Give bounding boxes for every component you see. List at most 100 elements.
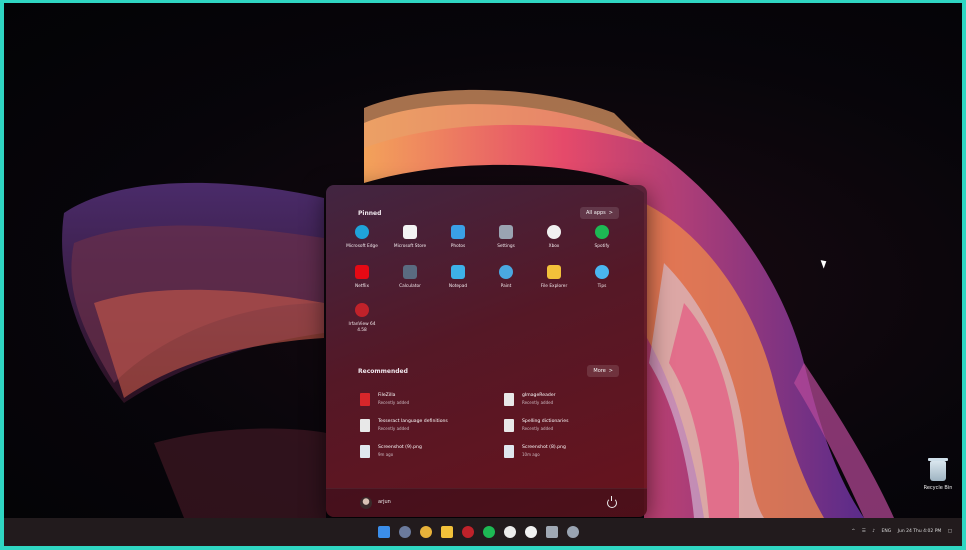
chevron-right-icon: >	[608, 210, 613, 216]
chevron-right-icon: >	[608, 368, 613, 374]
pinned-app[interactable]: Spotify	[578, 225, 626, 250]
document-icon	[504, 393, 514, 406]
recommended-item-subtitle: Recently added	[522, 426, 554, 431]
all-apps-button[interactable]: All apps >	[579, 207, 619, 219]
spotify-icon[interactable]	[483, 526, 495, 538]
pinned-app[interactable]: Settings	[482, 225, 530, 250]
paint-icon	[499, 265, 513, 279]
all-apps-label: All apps	[585, 210, 606, 216]
clock[interactable]: Jun 24 Thu 4:02 PM	[898, 529, 942, 534]
screen-icon[interactable]	[546, 526, 558, 538]
avatar[interactable]	[360, 497, 372, 509]
system-tray: ^ ☰ ♪ ENG Jun 24 Thu 4:02 PM □	[847, 518, 953, 546]
power-icon[interactable]	[607, 496, 617, 508]
chrome-alt-icon[interactable]	[504, 526, 516, 538]
taskbar: ^ ☰ ♪ ENG Jun 24 Thu 4:02 PM □	[4, 518, 962, 546]
recommended-item-subtitle: Recently added	[378, 400, 410, 405]
desktop: Recycle Bin Pinned All apps > Microsoft E…	[4, 3, 962, 518]
pinned-app-label: Settings	[497, 244, 515, 249]
network-icon[interactable]: ☰	[862, 529, 866, 534]
start-footer: arjun	[326, 488, 647, 517]
edge-icon	[355, 225, 369, 239]
pinned-app[interactable]: Microsoft Store	[386, 225, 434, 250]
more-button[interactable]: More >	[587, 365, 619, 377]
folder-icon[interactable]	[441, 526, 453, 538]
language-indicator[interactable]: ENG	[882, 529, 892, 534]
pinned-app-label: Tips	[597, 284, 607, 289]
pinned-app[interactable]: Tips	[578, 265, 626, 290]
pinned-app[interactable]: Xbox	[530, 225, 578, 250]
document-icon	[504, 419, 514, 432]
recommended-item[interactable]: gImageReader Recently added	[504, 391, 644, 411]
notepad-icon	[451, 265, 465, 279]
recommended-item-name: FileZilla	[378, 393, 396, 398]
recommended-header: Recommended More >	[326, 365, 647, 381]
username[interactable]: arjun	[378, 499, 391, 505]
pinned-app-label: IrfanView 64 4.58	[348, 322, 376, 333]
recycle-bin-label: Recycle Bin	[923, 485, 953, 491]
pinned-app[interactable]: IrfanView 64 4.58	[338, 303, 386, 334]
lightbulb-icon	[595, 265, 609, 279]
recommended-item[interactable]: Screenshot (9).png 9m ago	[360, 443, 500, 463]
gear-icon[interactable]	[567, 526, 579, 538]
pinned-app[interactable]: Netflix	[338, 265, 386, 290]
recommended-item[interactable]: FileZilla Recently added	[360, 391, 500, 411]
irfanview-icon	[355, 303, 369, 317]
pinned-app[interactable]: Paint	[482, 265, 530, 290]
recommended-item-subtitle: 10m ago	[522, 452, 540, 457]
pinned-app-label: Xbox	[548, 244, 560, 249]
recommended-item-name: Screenshot (8).png	[522, 445, 566, 450]
pinned-app-label: File Explorer	[540, 284, 568, 289]
irfanview-icon[interactable]	[462, 526, 474, 538]
pinned-app-label: Paint	[500, 284, 512, 289]
pinned-app-label: Microsoft Edge	[346, 244, 378, 249]
pinned-app-label: Notepad	[448, 284, 468, 289]
recommended-item-name: Spelling dictionaries	[522, 419, 569, 424]
gear-icon	[499, 225, 513, 239]
search-icon[interactable]	[399, 526, 411, 538]
tray-chevron-icon[interactable]: ^	[852, 529, 856, 534]
chat-icon[interactable]	[525, 526, 537, 538]
recommended-item[interactable]: Tesseract language definitions Recently a…	[360, 417, 500, 437]
pinned-app-label: Netflix	[355, 284, 369, 289]
volume-icon[interactable]: ♪	[872, 529, 875, 534]
recommended-title: Recommended	[358, 368, 408, 375]
recycle-bin-icon	[928, 458, 948, 481]
start-icon[interactable]	[378, 526, 390, 538]
netflix-icon	[355, 265, 369, 279]
pinned-app-label: Photos	[450, 244, 466, 249]
image-file-icon	[360, 445, 370, 458]
pinned-app-label: Microsoft Store	[393, 244, 427, 249]
chrome-icon[interactable]	[420, 526, 432, 538]
more-label: More	[593, 368, 606, 374]
start-menu: Pinned All apps > Microsoft Edge Microsoft…	[326, 185, 647, 517]
folder-icon	[547, 265, 561, 279]
xbox-icon	[547, 225, 561, 239]
notification-icon[interactable]: □	[948, 529, 952, 534]
pinned-header: Pinned All apps >	[326, 207, 647, 223]
recommended-item-name: Tesseract language definitions	[378, 419, 448, 424]
pinned-app[interactable]: File Explorer	[530, 265, 578, 290]
recommended-item-name: Screenshot (9).png	[378, 445, 422, 450]
pinned-app-label: Calculator	[399, 284, 421, 289]
recommended-item-subtitle: 9m ago	[378, 452, 394, 457]
recommended-item[interactable]: Spelling dictionaries Recently added	[504, 417, 644, 437]
photos-icon	[451, 225, 465, 239]
image-file-icon	[504, 445, 514, 458]
filezilla-icon	[360, 393, 370, 406]
recommended-item-subtitle: Recently added	[522, 400, 554, 405]
pinned-app[interactable]: Photos	[434, 225, 482, 250]
recommended-item[interactable]: Screenshot (8).png 10m ago	[504, 443, 644, 463]
spotify-icon	[595, 225, 609, 239]
pinned-app-label: Spotify	[594, 244, 610, 249]
pinned-title: Pinned	[358, 210, 382, 217]
calculator-icon	[403, 265, 417, 279]
pinned-app[interactable]: Notepad	[434, 265, 482, 290]
recycle-bin-shortcut[interactable]: Recycle Bin	[914, 458, 962, 491]
pinned-app[interactable]: Calculator	[386, 265, 434, 290]
pinned-app[interactable]: Microsoft Edge	[338, 225, 386, 250]
recommended-item-subtitle: Recently added	[378, 426, 410, 431]
store-icon	[403, 225, 417, 239]
document-icon	[360, 419, 370, 432]
recommended-item-name: gImageReader	[522, 393, 556, 398]
